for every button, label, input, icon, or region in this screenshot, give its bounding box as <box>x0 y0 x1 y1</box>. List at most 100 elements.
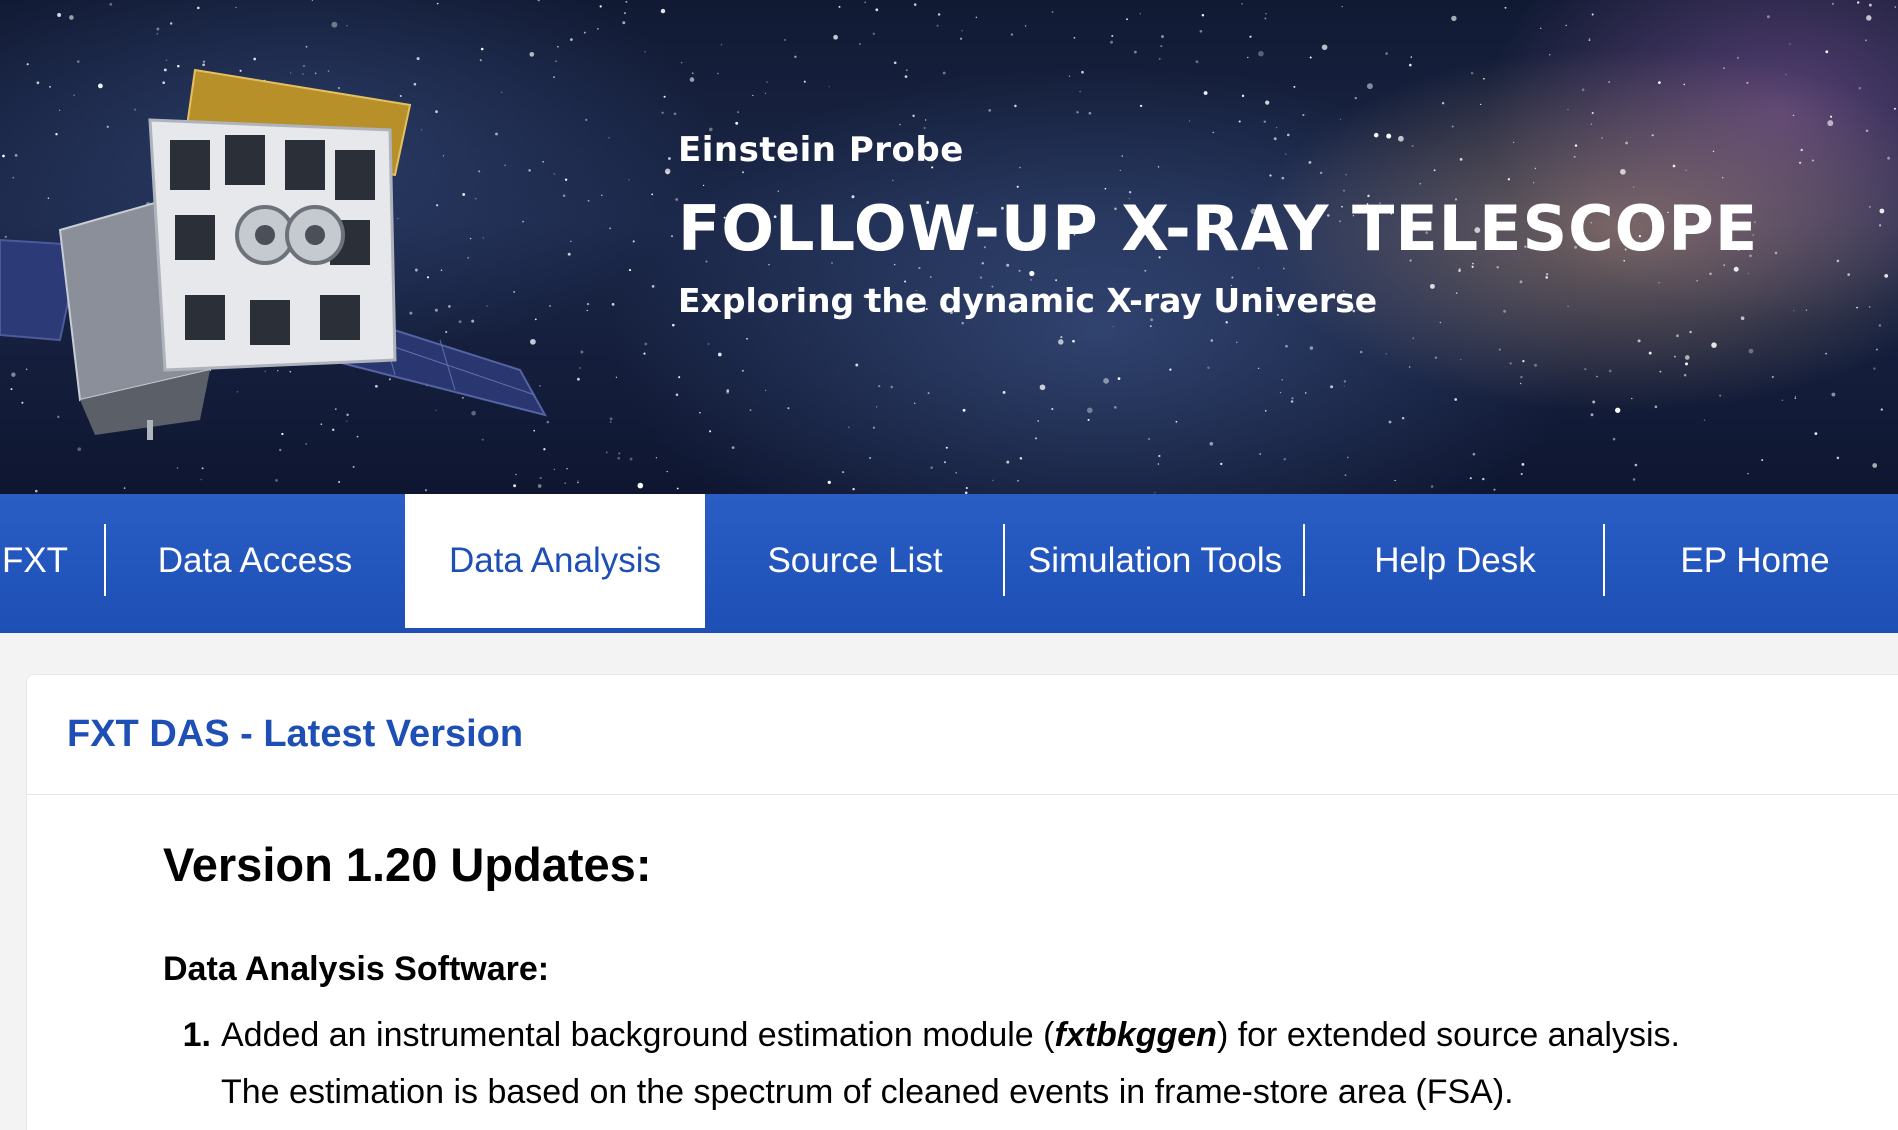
star <box>1087 407 1093 414</box>
star <box>905 69 908 72</box>
star <box>1264 410 1267 412</box>
star <box>543 448 546 451</box>
star <box>1111 34 1114 37</box>
nav-item-help-desk[interactable]: Help Desk <box>1305 494 1605 627</box>
star <box>1051 10 1054 13</box>
star <box>965 486 968 490</box>
star <box>1658 81 1661 84</box>
star <box>1736 56 1740 60</box>
star <box>338 481 341 483</box>
star <box>1684 355 1690 360</box>
star <box>1504 6 1507 9</box>
star <box>936 24 939 27</box>
banner-title: FOLLOW-UP X-RAY TELESCOPE <box>678 192 1759 265</box>
star <box>537 0 540 2</box>
star <box>676 487 679 490</box>
star <box>699 411 701 414</box>
star <box>1761 459 1764 462</box>
star <box>1827 120 1834 127</box>
star <box>1703 419 1706 421</box>
star <box>1868 306 1871 308</box>
nav-item-ep-home[interactable]: EP Home <box>1605 494 1898 627</box>
star <box>942 71 946 75</box>
star <box>1241 94 1245 98</box>
star <box>1347 456 1349 459</box>
star <box>927 392 930 395</box>
star <box>671 235 673 238</box>
star <box>666 470 668 473</box>
star <box>1309 56 1312 59</box>
star <box>1343 385 1345 387</box>
star <box>1410 56 1413 58</box>
star <box>1794 395 1797 398</box>
star <box>1748 348 1754 354</box>
star <box>57 13 62 17</box>
star <box>553 468 556 471</box>
star <box>1659 370 1662 373</box>
star <box>34 489 38 493</box>
star <box>1134 50 1137 54</box>
star <box>311 0 314 2</box>
star <box>1830 115 1833 118</box>
star <box>945 446 948 449</box>
star <box>707 343 710 345</box>
star <box>655 457 658 459</box>
nav-item-data-analysis[interactable]: Data Analysis <box>405 494 705 628</box>
star <box>1590 123 1593 126</box>
nav-item-data-access[interactable]: Data Access <box>105 494 405 627</box>
star <box>912 114 915 118</box>
star <box>1522 359 1525 363</box>
star <box>1139 104 1143 108</box>
star <box>1539 27 1542 30</box>
star <box>537 484 542 488</box>
star <box>872 426 875 429</box>
nav-item-simulation-tools[interactable]: Simulation Tools <box>1005 494 1305 627</box>
star <box>1480 103 1482 106</box>
star <box>1799 161 1802 164</box>
star <box>644 342 648 346</box>
star <box>1385 52 1388 55</box>
star <box>959 37 963 40</box>
star <box>1723 67 1725 70</box>
star <box>868 456 872 460</box>
star <box>513 484 517 488</box>
star <box>1483 77 1485 80</box>
star <box>1112 325 1114 328</box>
star <box>1321 44 1328 51</box>
version-heading: Version 1.20 Updates: <box>163 838 652 891</box>
star <box>1291 397 1294 400</box>
star <box>1805 309 1808 311</box>
star <box>1354 96 1358 100</box>
nav-item-fxt[interactable]: FXT <box>0 494 100 627</box>
list-item-number: 1. <box>182 1016 211 1054</box>
star <box>1103 378 1109 384</box>
star <box>1117 377 1121 380</box>
star <box>1608 369 1612 373</box>
star <box>1858 86 1862 90</box>
star <box>1285 344 1288 348</box>
module-name: fxtbkggen <box>1054 1016 1217 1054</box>
star <box>1793 310 1795 312</box>
star <box>1139 13 1142 15</box>
star <box>77 447 82 452</box>
star <box>1814 432 1818 435</box>
star <box>1060 336 1063 339</box>
star <box>1290 400 1294 403</box>
star <box>1534 363 1537 367</box>
star <box>1010 33 1014 36</box>
nav-item-source-list[interactable]: Source List <box>705 494 1005 627</box>
star <box>586 309 588 312</box>
star <box>176 467 179 469</box>
star <box>200 478 202 481</box>
star <box>890 385 893 389</box>
list-item: 1. Added an instrumental background esti… <box>163 1007 1898 1121</box>
star <box>279 448 282 452</box>
star <box>577 480 579 482</box>
star <box>675 393 679 397</box>
star <box>1088 111 1092 115</box>
star <box>717 352 722 357</box>
star <box>1581 88 1585 91</box>
star <box>1263 120 1267 124</box>
star <box>1869 206 1871 208</box>
star <box>784 38 786 41</box>
